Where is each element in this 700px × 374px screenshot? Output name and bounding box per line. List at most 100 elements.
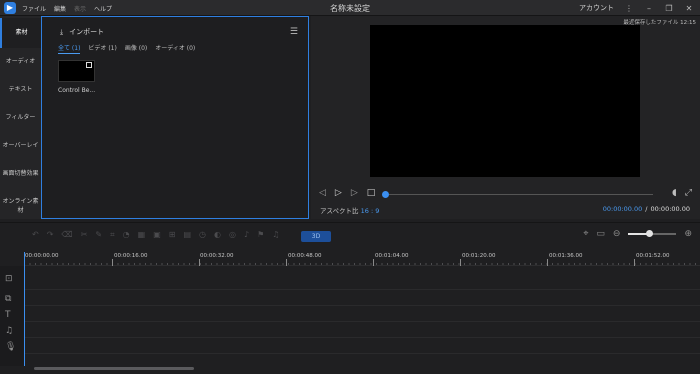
ruler-major-tick xyxy=(199,259,200,266)
zoom-in-icon[interactable]: ⊕ xyxy=(684,229,692,239)
filter-video[interactable]: ビデオ (1) xyxy=(88,43,116,54)
title-right-controls: アカウント ⋮ – ❐ ✕ xyxy=(579,3,694,13)
next-frame-icon[interactable]: ▷ xyxy=(351,188,358,198)
mic-icon[interactable]: ♪ xyxy=(244,230,249,240)
ruler-label: 00:01:04.00 xyxy=(375,253,409,259)
zoom-slider-handle[interactable] xyxy=(646,230,654,237)
film-icon[interactable]: ▤ xyxy=(183,230,191,240)
timeline-ruler[interactable]: 00:00:00.00 00:00:16.00 00:00:32.00 00:0… xyxy=(24,252,700,266)
undo-icon[interactable]: ↶ xyxy=(32,230,39,240)
stop-icon[interactable]: □ xyxy=(367,188,376,198)
seek-handle[interactable] xyxy=(382,191,389,198)
overlay-track[interactable] xyxy=(24,290,700,306)
playhead[interactable] xyxy=(24,252,25,366)
filter-audio[interactable]: オーディオ (0) xyxy=(155,43,195,54)
tab-filter[interactable]: フィルター xyxy=(0,112,41,121)
tab-text[interactable]: テキスト xyxy=(0,84,41,93)
tab-audio[interactable]: オーディオ xyxy=(0,56,41,65)
import-icon: ⤓ xyxy=(60,27,64,36)
ruler-label: 00:00:16.00 xyxy=(114,253,148,259)
filter-image[interactable]: 画像 (0) xyxy=(125,43,147,54)
ruler-label: 00:00:32.00 xyxy=(200,253,234,259)
voice-track[interactable] xyxy=(24,338,700,354)
tab-media[interactable]: 素材 xyxy=(0,18,41,48)
current-time: 00:00:00.00 xyxy=(602,205,643,213)
previous-frame-icon[interactable]: ◁ xyxy=(319,188,326,198)
split-icon[interactable]: ✂ xyxy=(81,230,88,240)
marker-icon[interactable]: ⚑ xyxy=(257,230,264,240)
fullscreen-icon[interactable]: ⤢ xyxy=(685,188,692,198)
play-icon[interactable]: ▷ xyxy=(335,188,342,198)
detach-audio-icon[interactable]: ♫ xyxy=(272,230,279,240)
edit-icon[interactable]: ✎ xyxy=(95,230,102,240)
crop-icon[interactable]: ⌗ xyxy=(110,230,115,240)
ruler-label: 00:01:52.00 xyxy=(636,253,670,259)
filter-all[interactable]: 全て (1) xyxy=(58,43,81,54)
media-thumbnail[interactable] xyxy=(58,60,95,82)
menu-help[interactable]: ヘルプ xyxy=(94,4,112,13)
restore-icon[interactable]: ❐ xyxy=(664,4,674,13)
volume-icon[interactable]: ◖ xyxy=(672,188,677,198)
voice-track-icon[interactable]: 🎙 xyxy=(5,342,16,352)
music-track[interactable] xyxy=(24,322,700,338)
ruler-label: 00:01:36.00 xyxy=(549,253,583,259)
ruler-major-tick xyxy=(547,259,548,266)
preview-screen xyxy=(370,25,640,177)
location-icon[interactable]: ⌖ xyxy=(583,229,588,239)
zoom-out-icon[interactable]: ⊖ xyxy=(613,229,621,239)
speed-icon[interactable]: ◔ xyxy=(123,230,130,240)
ruler-major-tick xyxy=(460,259,461,266)
menu-file[interactable]: ファイル xyxy=(22,4,46,13)
list-view-icon[interactable]: ☰ xyxy=(290,27,298,37)
delete-icon[interactable]: ⌫ xyxy=(61,230,72,240)
redo-icon[interactable]: ↷ xyxy=(47,230,54,240)
select-checkbox[interactable] xyxy=(86,62,92,68)
ruler-major-tick xyxy=(112,259,113,266)
seek-bar[interactable] xyxy=(382,191,653,198)
ruler-major-tick xyxy=(634,259,635,266)
edit-tools: ↶ ↷ ⌫ ✂ ✎ ⌗ ◔ ▦ ▣ ⊞ ▤ ◷ ◐ ◎ ♪ ⚑ ♫ xyxy=(32,230,279,240)
zoom-slider-fill xyxy=(628,233,649,235)
tab-online-media[interactable]: オンライン素材 xyxy=(0,196,41,214)
ruler-major-tick xyxy=(373,259,374,266)
color-icon[interactable]: ◐ xyxy=(214,230,221,240)
3d-button[interactable]: 3D xyxy=(301,231,331,242)
text-track-icon[interactable]: T xyxy=(5,310,11,320)
aspect-label: アスペクト比 xyxy=(320,207,359,215)
zoom-slider[interactable] xyxy=(628,230,677,237)
title-bar: ▶ ファイル 編集 表示 ヘルプ 名称未設定 アカウント ⋮ – ❐ ✕ xyxy=(0,0,700,16)
media-name: Control Be... xyxy=(58,87,96,94)
total-time: 00:00:00.00 xyxy=(650,205,690,213)
aspect-value: 16 : 9 xyxy=(360,207,380,215)
mosaic-icon[interactable]: ▦ xyxy=(138,230,146,240)
zoom-icon[interactable]: ⊞ xyxy=(169,230,176,240)
tab-transition[interactable]: 画面切替効果 xyxy=(0,168,41,177)
overlay-track-icon[interactable]: ⧉ xyxy=(5,294,11,304)
menu-edit[interactable]: 編集 xyxy=(54,4,66,13)
freeze-frame-icon[interactable]: ▣ xyxy=(153,230,161,240)
music-track-icon[interactable]: ♫ xyxy=(5,326,13,336)
fit-icon[interactable]: ▭ xyxy=(596,229,605,239)
ruler-label: 00:00:00.00 xyxy=(25,253,59,259)
text-track[interactable] xyxy=(24,306,700,322)
ruler-label: 00:01:20.00 xyxy=(462,253,496,259)
menu-view[interactable]: 表示 xyxy=(74,4,86,13)
account-button[interactable]: アカウント xyxy=(579,3,614,13)
close-icon[interactable]: ✕ xyxy=(684,4,694,13)
track-headers: ⊡ ⧉ T ♫ 🎙 xyxy=(0,266,24,366)
minimize-icon[interactable]: – xyxy=(644,4,654,13)
timeline-scrollbar[interactable] xyxy=(34,367,194,370)
tab-overlay[interactable]: オーバーレイ xyxy=(0,140,41,149)
aspect-ratio[interactable]: アスペクト比 16 : 9 xyxy=(320,205,379,215)
track-area[interactable] xyxy=(24,266,700,366)
more-options-icon[interactable]: ⋮ xyxy=(624,4,634,13)
green-screen-icon[interactable]: ◎ xyxy=(229,230,236,240)
menu-bar: ファイル 編集 表示 ヘルプ xyxy=(22,4,112,13)
time-separator: / xyxy=(645,205,648,213)
timecode-display: 00:00:00.00/00:00:00.00 xyxy=(603,205,690,213)
preview-panel: 最近保存したファイル 12:15 ◁ ▷ ▷ □ ◖ ⤢ アスペクト比 16 :… xyxy=(311,16,700,219)
import-button[interactable]: ⤓ インポート xyxy=(60,27,104,37)
duration-icon[interactable]: ◷ xyxy=(199,230,206,240)
video-track-icon[interactable]: ⊡ xyxy=(5,274,13,284)
video-track[interactable] xyxy=(24,266,700,290)
